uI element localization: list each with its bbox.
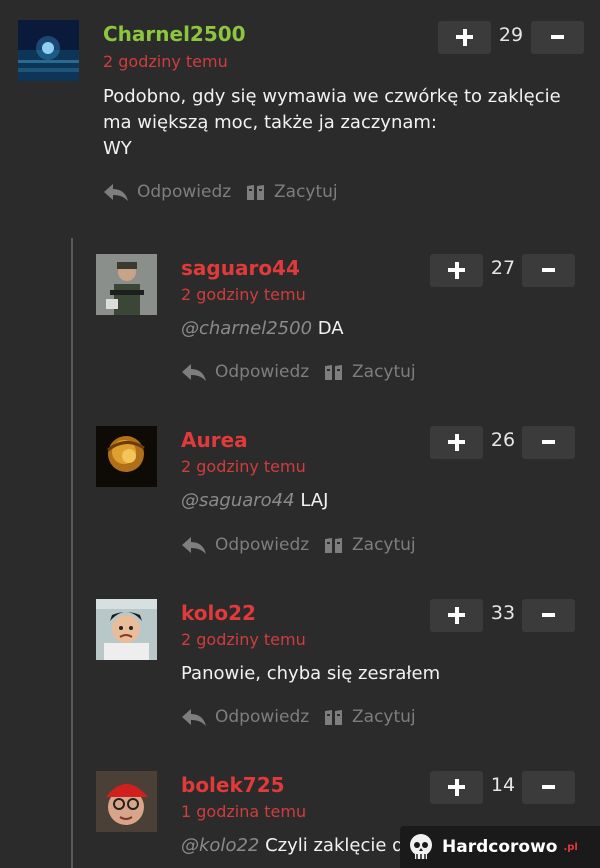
- minus-icon: [542, 785, 555, 789]
- reply-label: Odpowiedz: [215, 707, 310, 727]
- minus-icon: [551, 35, 564, 39]
- quote-button[interactable]: Zacytuj: [324, 707, 416, 727]
- upvote-button[interactable]: [430, 426, 483, 459]
- watermark-brand: Hardcorowo: [442, 837, 558, 857]
- upvote-button[interactable]: [438, 21, 491, 54]
- reply-button[interactable]: Odpowiedz: [181, 707, 309, 727]
- upvote-button[interactable]: [430, 254, 483, 287]
- minus-icon: [542, 440, 555, 444]
- downvote-button[interactable]: [522, 426, 575, 459]
- score: 14: [490, 774, 516, 796]
- quote-icon: [325, 365, 342, 380]
- thread-line: [71, 238, 73, 868]
- score: 33: [490, 602, 516, 624]
- avatar-image: [96, 599, 157, 660]
- downvote-button[interactable]: [531, 21, 584, 54]
- avatar-image: [96, 771, 157, 832]
- comment-text: DA: [317, 318, 344, 339]
- upvote-button[interactable]: [430, 599, 483, 632]
- score: 26: [490, 429, 516, 451]
- comment-body: @kolo22 Czyli zaklęcie d: [181, 833, 411, 859]
- downvote-button[interactable]: [522, 771, 575, 804]
- comment-line: Podobno, gdy się wymawia we czwórkę to z…: [103, 86, 561, 107]
- avatar[interactable]: [96, 771, 157, 832]
- comment-text: Panowie, chyba się zesrałem: [181, 663, 441, 684]
- minus-icon: [542, 613, 555, 617]
- username[interactable]: bolek725: [181, 773, 285, 797]
- timestamp: 2 godziny temu: [103, 52, 228, 71]
- upvote-button[interactable]: [430, 771, 483, 804]
- avatar-image: [96, 426, 157, 487]
- timestamp: 2 godziny temu: [181, 285, 306, 304]
- comment-body: @charnel2500 DA: [181, 316, 571, 342]
- reply-label: Odpowiedz: [215, 535, 310, 555]
- comment-line: WY: [103, 138, 132, 159]
- mention-link[interactable]: @kolo22: [181, 835, 259, 856]
- quote-button[interactable]: Zacytuj: [246, 182, 338, 202]
- quote-icon: [247, 185, 264, 200]
- comment-body: Podobno, gdy się wymawia we czwórkę to z…: [103, 84, 583, 162]
- reply-button[interactable]: Odpowiedz: [103, 182, 231, 202]
- quote-label: Zacytuj: [352, 362, 416, 382]
- reply-icon: [182, 537, 206, 554]
- avatar[interactable]: [96, 426, 157, 487]
- comment-charnel2500: Charnel2500 2 godziny temu 29 Podobno, g…: [0, 0, 600, 230]
- quote-button[interactable]: Zacytuj: [324, 362, 416, 382]
- timestamp: 2 godziny temu: [181, 457, 306, 476]
- username[interactable]: kolo22: [181, 601, 256, 625]
- mention-link[interactable]: @saguaro44: [181, 490, 295, 511]
- reply-icon: [182, 709, 206, 726]
- avatar-image: [96, 254, 157, 315]
- avatar[interactable]: [96, 254, 157, 315]
- quote-label: Zacytuj: [352, 707, 416, 727]
- timestamp: 1 godzina temu: [181, 802, 307, 821]
- skull-icon: [410, 834, 432, 859]
- quote-label: Zacytuj: [352, 535, 416, 555]
- minus-icon: [542, 268, 555, 272]
- watermark-tld: .pl: [563, 841, 578, 853]
- reply-icon: [182, 364, 206, 381]
- comment-text: LAJ: [300, 490, 329, 511]
- quote-icon: [325, 538, 342, 553]
- avatar[interactable]: [96, 599, 157, 660]
- comment-line: ma większą moc, także ja zaczynam:: [103, 112, 437, 133]
- hardcorowo-watermark: Hardcorowo .pl: [400, 826, 600, 868]
- reply-label: Odpowiedz: [215, 362, 310, 382]
- reply-icon: [104, 184, 128, 201]
- comment-text: Czyli zaklęcie d: [265, 835, 404, 856]
- timestamp: 2 godziny temu: [181, 630, 306, 649]
- score: 29: [498, 24, 524, 46]
- downvote-button[interactable]: [522, 254, 575, 287]
- username[interactable]: Aurea: [181, 428, 248, 452]
- avatar-image: [18, 20, 79, 81]
- reply-button[interactable]: Odpowiedz: [181, 362, 309, 382]
- avatar[interactable]: [18, 20, 79, 81]
- comment-body: @saguaro44 LAJ: [181, 488, 571, 514]
- username[interactable]: saguaro44: [181, 256, 300, 280]
- username[interactable]: Charnel2500: [103, 22, 246, 46]
- comment-body: Panowie, chyba się zesrałem: [181, 661, 571, 687]
- reply-button[interactable]: Odpowiedz: [181, 535, 309, 555]
- mention-link[interactable]: @charnel2500: [181, 318, 312, 339]
- quote-icon: [325, 710, 342, 725]
- reply-label: Odpowiedz: [137, 182, 232, 202]
- score: 27: [490, 257, 516, 279]
- downvote-button[interactable]: [522, 599, 575, 632]
- quote-label: Zacytuj: [274, 182, 338, 202]
- quote-button[interactable]: Zacytuj: [324, 535, 416, 555]
